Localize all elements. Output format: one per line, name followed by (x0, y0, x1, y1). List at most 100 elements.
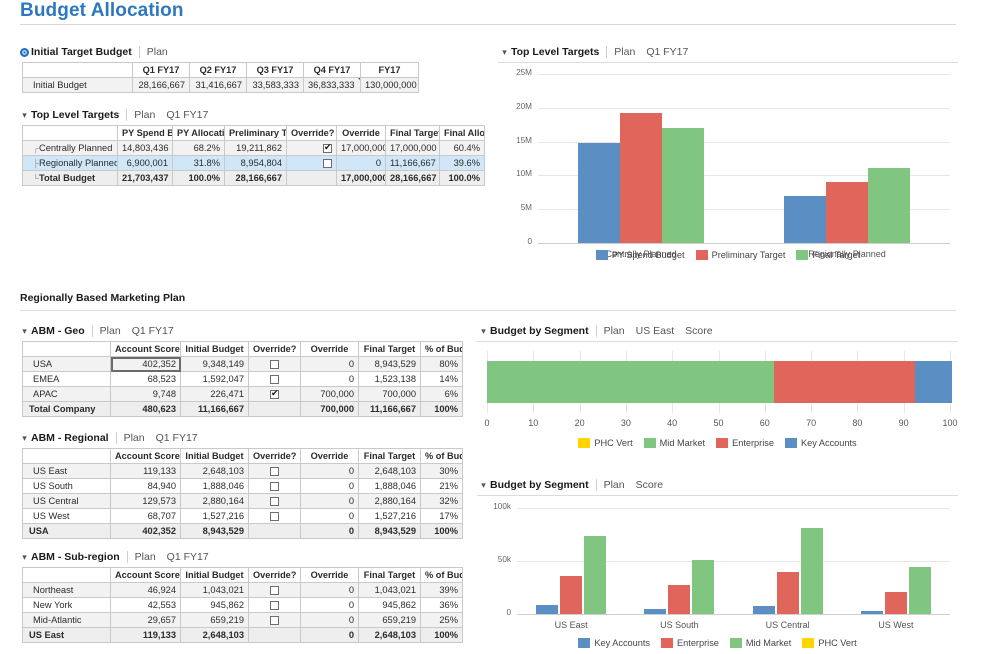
table-row[interactable]: EMEA 68,523 1,592,047 0 1,523,138 14% (22, 371, 463, 387)
checkbox-checked-icon[interactable] (270, 388, 279, 400)
record-dot-icon[interactable] (18, 47, 31, 57)
abm-subregion-table[interactable]: Account Score Initial Budget Override? O… (22, 567, 463, 643)
bar[interactable] (668, 584, 691, 614)
cell-override[interactable]: 0 (300, 463, 359, 479)
cell-account-score[interactable]: 9,748 (110, 386, 181, 402)
section-header-abm-subregion[interactable]: ▾ ABM - Sub-region Plan Q1 FY17 (18, 551, 220, 563)
bar[interactable] (884, 592, 907, 614)
bar[interactable] (620, 113, 662, 243)
context-quarter[interactable]: Q1 FY17 (167, 551, 209, 563)
initial-target-budget-table[interactable]: Q1 FY17 Q2 FY17 Q3 FY17 Q4 FY17 FY17 Ini… (22, 62, 419, 93)
context-plan[interactable]: Plan (604, 325, 625, 337)
cell-override[interactable]: 0 (300, 508, 359, 524)
context-plan[interactable]: Plan (134, 109, 155, 121)
cell-override-checkbox[interactable] (286, 140, 337, 156)
top-level-targets-table[interactable]: PY Spend Budget PY Allocation % Prelimin… (22, 125, 485, 186)
cell-override[interactable]: 17,000,000 (336, 140, 386, 156)
cell-override[interactable]: 0 (300, 493, 359, 509)
bar[interactable] (860, 611, 883, 614)
checkbox-unchecked-icon[interactable] (270, 512, 279, 522)
caret-down-icon[interactable]: ▾ (477, 479, 490, 491)
context-plan[interactable]: Plan (124, 432, 145, 444)
table-row[interactable]: Mid-Atlantic 29,657 659,219 0 659,219 25% (22, 612, 463, 628)
caret-down-icon[interactable]: ▾ (18, 551, 31, 563)
legend-item[interactable]: Enterprise (661, 638, 719, 648)
stacked-bar-segment[interactable] (774, 361, 916, 403)
legend-item[interactable]: PHC Vert (802, 638, 857, 648)
table-row[interactable]: Initial Budget 28,166,667 31,416,667 33,… (22, 77, 419, 93)
section-header-abm-geo[interactable]: ▾ ABM - Geo Plan Q1 FY17 (18, 325, 185, 337)
bar[interactable] (536, 604, 559, 614)
cell-override-checkbox[interactable] (248, 612, 301, 628)
legend-item[interactable]: PHC Vert (578, 438, 633, 448)
context-quarter[interactable]: Q1 FY17 (166, 109, 208, 121)
cell-q4[interactable]: 36,833,333 (303, 77, 361, 93)
abm-regional-table[interactable]: Account Score Initial Budget Override? O… (22, 448, 463, 539)
table-row[interactable]: New York 42,553 945,862 0 945,862 36% (22, 597, 463, 613)
cell-override-checkbox[interactable] (248, 582, 301, 598)
context-quarter[interactable]: Q1 FY17 (132, 325, 174, 337)
context-plan[interactable]: Plan (100, 325, 121, 337)
checkbox-unchecked-icon[interactable] (270, 360, 279, 370)
cell-override-checkbox[interactable] (286, 155, 337, 171)
cell-override[interactable]: 0 (300, 478, 359, 494)
cell-override-checkbox[interactable] (248, 356, 301, 372)
checkbox-unchecked-icon[interactable] (323, 159, 332, 169)
checkbox-unchecked-icon[interactable] (270, 482, 279, 492)
section-header-initial-target-budget[interactable]: Initial Target Budget Plan (18, 46, 179, 58)
table-row[interactable]: US South 84,940 1,888,046 0 1,888,046 21% (22, 478, 463, 494)
table-row[interactable]: APAC9,748226,471700,000700,0006% (22, 386, 463, 402)
table-row[interactable]: US Central 129,573 2,880,164 0 2,880,164 32% (22, 493, 463, 509)
caret-down-icon[interactable]: ▾ (18, 325, 31, 337)
caret-down-icon[interactable]: ▾ (498, 46, 511, 58)
section-header-abm-regional[interactable]: ▾ ABM - Regional Plan Q1 FY17 (18, 432, 209, 444)
legend-item[interactable]: Mid Market (643, 438, 705, 448)
cell-override-checkbox[interactable] (248, 478, 301, 494)
cell-account-score[interactable]: 402,352 (110, 356, 181, 372)
bar[interactable] (784, 196, 826, 243)
cell-override[interactable]: 0 (300, 582, 359, 598)
legend-item[interactable]: Final Target (796, 250, 860, 260)
bar[interactable] (560, 576, 583, 614)
bar[interactable] (692, 560, 715, 614)
table-row[interactable]: USA 402,352 9,348,149 0 8,943,529 80% (22, 356, 463, 372)
stacked-bar-segment[interactable] (915, 361, 953, 403)
context-measure[interactable]: Score (636, 479, 663, 491)
context-plan[interactable]: Plan (147, 46, 168, 58)
cell-account-score[interactable]: 46,924 (110, 582, 181, 598)
bar[interactable] (868, 167, 910, 243)
cell-account-score[interactable]: 84,940 (110, 478, 181, 494)
context-region[interactable]: US East (636, 325, 675, 337)
context-plan[interactable]: Plan (135, 551, 156, 563)
bar[interactable] (584, 536, 607, 614)
cell-override-checkbox[interactable] (248, 386, 301, 402)
cell-override[interactable]: 700,000 (300, 386, 359, 402)
cell-account-score[interactable]: 129,573 (110, 493, 181, 509)
section-header-top-level-targets[interactable]: ▾ Top Level Targets Plan Q1 FY17 (18, 109, 219, 121)
cell-account-score[interactable]: 68,707 (110, 508, 181, 524)
checkbox-unchecked-icon[interactable] (270, 467, 279, 477)
abm-geo-table[interactable]: Account Score Initial Budget Override? O… (22, 341, 463, 417)
cell-account-score[interactable]: 68,523 (110, 371, 181, 387)
legend-item[interactable]: Enterprise (716, 438, 774, 448)
cell-account-score[interactable]: 119,133 (110, 463, 181, 479)
bar[interactable] (578, 142, 620, 243)
legend-item[interactable]: Mid Market (729, 638, 791, 648)
bar[interactable] (800, 527, 823, 614)
checkbox-unchecked-icon[interactable] (270, 375, 279, 385)
cell-q2[interactable]: 31,416,667 (189, 77, 247, 93)
section-header-budget-by-segment-stacked[interactable]: ▾ Budget by Segment Plan US East Score (477, 325, 724, 337)
legend-item[interactable]: Key Accounts (578, 638, 650, 648)
table-row[interactable]: US West 68,707 1,527,216 0 1,527,216 17% (22, 508, 463, 524)
bar[interactable] (752, 606, 775, 614)
table-row[interactable]: US East 119,133 2,648,103 0 2,648,103 30% (22, 463, 463, 479)
context-plan[interactable]: Plan (604, 479, 625, 491)
cell-override[interactable]: 0 (336, 155, 386, 171)
caret-down-icon[interactable]: ▾ (18, 109, 31, 121)
cell-account-score[interactable]: 42,553 (110, 597, 181, 613)
cell-override-checkbox[interactable] (248, 371, 301, 387)
cell-q1[interactable]: 28,166,667 (132, 77, 190, 93)
section-header-budget-by-segment-grouped[interactable]: ▾ Budget by Segment Plan Score (477, 479, 674, 491)
caret-down-icon[interactable]: ▾ (477, 325, 490, 337)
bar[interactable] (644, 608, 667, 614)
